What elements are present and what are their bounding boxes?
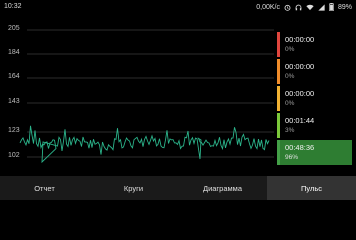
- zone-time: 00:48:36: [285, 143, 315, 152]
- hr-zone-1: 00:00:00 0%: [277, 32, 352, 57]
- zone-percent: 3%: [285, 127, 295, 134]
- hr-zone-5: 00:48:36 96%: [277, 140, 352, 165]
- y-tick-label: 164: [8, 73, 20, 80]
- y-tick-label: 205: [8, 25, 20, 32]
- hr-zone-2: 00:00:00 0%: [277, 59, 352, 84]
- y-tick-label: 123: [8, 127, 20, 134]
- zone-percent: 0%: [285, 73, 295, 80]
- bottom-tab-bar: Отчет Круги Диаграмма Пульс: [0, 176, 356, 200]
- zone-percent: 0%: [285, 100, 295, 107]
- signal-icon: [318, 3, 325, 11]
- zone-time: 00:01:44: [285, 116, 315, 125]
- heart-rate-chart: 205 184 164 143 123 102: [0, 14, 276, 176]
- zone-color-bar: [277, 86, 280, 111]
- battery-percent: 89%: [337, 3, 352, 11]
- battery-icon: [329, 3, 334, 11]
- y-tick-label: 143: [8, 98, 20, 105]
- hr-zone-4: 00:01:44 3%: [277, 113, 352, 138]
- zone-time: 00:00:00: [285, 35, 315, 44]
- zone-color-bar: [277, 140, 280, 165]
- tab-diagram[interactable]: Диаграмма: [178, 176, 267, 200]
- heart-rate-line: [19, 125, 270, 164]
- tab-pulse[interactable]: Пульс: [267, 176, 356, 200]
- zone-time: 00:00:00: [285, 89, 315, 98]
- chart-canvas: [19, 29, 274, 164]
- status-time: 10:32: [4, 3, 22, 10]
- y-tick-label: 102: [8, 152, 20, 159]
- hr-zone-3: 00:00:00 0%: [277, 86, 352, 111]
- zone-color-bar: [277, 113, 280, 138]
- tab-report[interactable]: Отчет: [0, 176, 89, 200]
- tab-laps[interactable]: Круги: [89, 176, 178, 200]
- zone-percent: 0%: [285, 46, 295, 53]
- y-tick-label: 184: [8, 49, 20, 56]
- zone-color-bar: [277, 59, 280, 84]
- alarm-icon: [284, 4, 291, 11]
- hr-zones-panel: 00:00:00 0% 00:00:00 0% 00:00:00 0% 00:01:44 3%…: [277, 32, 352, 167]
- zone-color-bar: [277, 32, 280, 57]
- zone-time: 00:00:00: [285, 62, 315, 71]
- headphones-icon: [295, 4, 302, 11]
- wifi-icon: [306, 4, 314, 11]
- status-bar: 10:32 0,00K/c 89%: [0, 0, 356, 14]
- zone-percent: 96%: [285, 154, 299, 161]
- network-speed: 0,00K/c: [256, 3, 280, 11]
